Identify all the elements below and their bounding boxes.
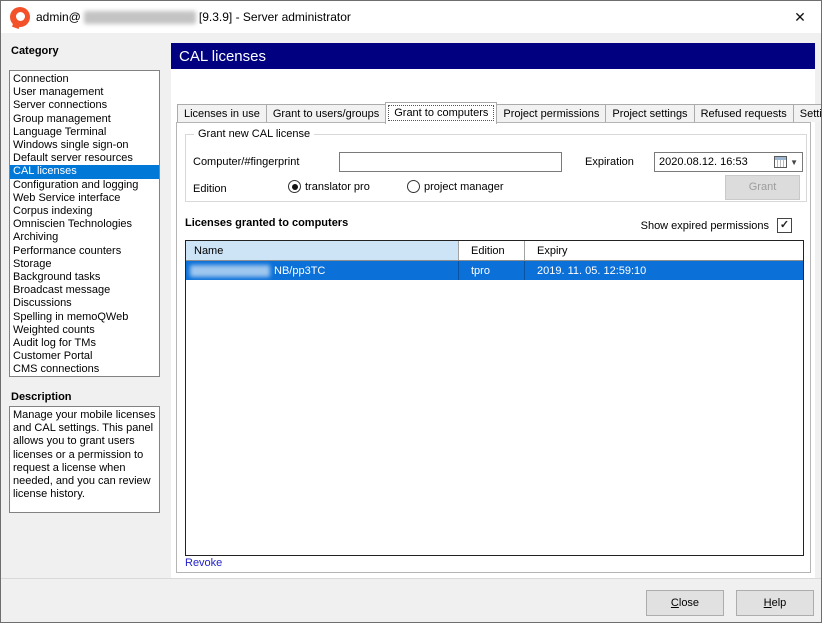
tab-refused-requests[interactable]: Refused requests: [694, 104, 794, 122]
cell-expiry: 2019. 11. 05. 12:59:10: [525, 261, 803, 280]
computer-fingerprint-input[interactable]: [339, 152, 562, 172]
window-title-user: admin@: [36, 10, 81, 24]
sidebar-item-archiving[interactable]: Archiving: [10, 231, 159, 244]
description-heading: Description: [11, 391, 72, 403]
sidebar-item-spelling-in-memoqweb[interactable]: Spelling in memoQWeb: [10, 311, 159, 324]
sidebar-item-storage[interactable]: Storage: [10, 258, 159, 271]
tab-strip: Licenses in useGrant to users/groupsGran…: [177, 102, 822, 124]
computer-fingerprint-label: Computer/#fingerprint: [193, 156, 299, 168]
sidebar-item-performance-counters[interactable]: Performance counters: [10, 245, 159, 258]
sidebar-item-group-management[interactable]: Group management: [10, 113, 159, 126]
revoke-link[interactable]: Revoke: [185, 557, 222, 569]
calendar-icon: [774, 156, 787, 168]
sidebar-item-cms-connections[interactable]: CMS connections: [10, 363, 159, 376]
column-header-name[interactable]: Name: [186, 241, 459, 260]
sidebar-item-corpus-indexing[interactable]: Corpus indexing: [10, 205, 159, 218]
grant-new-cal-license-groupbox: Grant new CAL license Computer/#fingerpr…: [185, 134, 807, 202]
sidebar-item-omniscien-technologies[interactable]: Omniscien Technologies: [10, 218, 159, 231]
description-box: Manage your mobile licenses and CAL sett…: [9, 406, 160, 513]
column-header-expiry[interactable]: Expiry: [525, 241, 803, 260]
sidebar-item-audit-log-for-tms[interactable]: Audit log for TMs: [10, 337, 159, 350]
sidebar-item-language-terminal[interactable]: Language Terminal: [10, 126, 159, 139]
page-title: CAL licenses: [171, 43, 815, 69]
show-expired-permissions-checkbox[interactable]: ✓: [777, 218, 792, 233]
redacted-computer-name: [190, 265, 270, 277]
tab-grant-to-users-groups[interactable]: Grant to users/groups: [266, 104, 386, 122]
sidebar-item-configuration-and-logging[interactable]: Configuration and logging: [10, 179, 159, 192]
cell-name: NB/pp3TC: [186, 261, 459, 280]
tab-project-permissions[interactable]: Project permissions: [496, 104, 606, 122]
sidebar-item-user-management[interactable]: User management: [10, 86, 159, 99]
tab-settings[interactable]: Settings: [793, 104, 822, 122]
title-bar: admin@ [9.3.9] - Server administrator ✕: [1, 1, 821, 33]
sidebar-item-weighted-counts[interactable]: Weighted counts: [10, 324, 159, 337]
cell-edition: tpro: [459, 261, 525, 280]
sidebar-item-broadcast-message[interactable]: Broadcast message: [10, 284, 159, 297]
sidebar-item-windows-single-sign-on[interactable]: Windows single sign-on: [10, 139, 159, 152]
table-header-row: NameEditionExpiry: [186, 241, 803, 261]
chevron-down-icon[interactable]: ▼: [790, 158, 798, 167]
groupbox-legend: Grant new CAL license: [194, 128, 314, 140]
server-administrator-window: admin@ [9.3.9] - Server administrator ✕ …: [0, 0, 822, 623]
radio-project-manager-label[interactable]: project manager: [424, 181, 504, 193]
sidebar-item-cal-licenses[interactable]: CAL licenses: [10, 165, 159, 178]
column-header-edition[interactable]: Edition: [459, 241, 525, 260]
radio-translator-pro-label[interactable]: translator pro: [305, 181, 370, 193]
sidebar-item-web-service-interface[interactable]: Web Service interface: [10, 192, 159, 205]
tab-project-settings[interactable]: Project settings: [605, 104, 694, 122]
licenses-granted-heading: Licenses granted to computers: [185, 217, 348, 229]
sidebar-item-default-server-resources[interactable]: Default server resources: [10, 152, 159, 165]
edition-label: Edition: [193, 183, 227, 195]
category-heading: Category: [11, 45, 59, 57]
sidebar-item-server-connections[interactable]: Server connections: [10, 99, 159, 112]
radio-project-manager[interactable]: [407, 180, 420, 193]
radio-translator-pro[interactable]: [288, 180, 301, 193]
licenses-table: NameEditionExpiry NB/pp3TC tpro2019. 11. …: [185, 240, 804, 556]
sidebar-item-connection[interactable]: Connection: [10, 73, 159, 86]
sidebar-item-background-tasks[interactable]: Background tasks: [10, 271, 159, 284]
close-button[interactable]: Close: [646, 590, 724, 616]
table-row[interactable]: NB/pp3TC tpro2019. 11. 05. 12:59:10: [186, 261, 803, 280]
sidebar-item-customer-portal[interactable]: Customer Portal: [10, 350, 159, 363]
memoq-logo-icon: [10, 7, 30, 27]
window-title: admin@ [9.3.9] - Server administrator: [36, 10, 351, 24]
show-expired-permissions-label[interactable]: Show expired permissions: [641, 220, 769, 232]
close-icon[interactable]: ✕: [789, 7, 811, 27]
tab-grant-to-computers[interactable]: Grant to computers: [385, 102, 497, 124]
expiration-datepicker[interactable]: 2020.08.12. 16:53 ▼: [654, 152, 803, 172]
cell-name-text: NB/pp3TC: [274, 265, 325, 277]
footer-divider: [1, 578, 822, 579]
sidebar-item-discussions[interactable]: Discussions: [10, 297, 159, 310]
expiration-label: Expiration: [585, 156, 634, 168]
help-button[interactable]: Help: [736, 590, 814, 616]
redacted-server-name: [84, 11, 196, 24]
window-title-version: [9.3.9] - Server administrator: [199, 10, 351, 24]
category-list: ConnectionUser managementServer connecti…: [9, 70, 160, 377]
expiration-value: 2020.08.12. 16:53: [655, 156, 774, 168]
grant-button[interactable]: Grant: [725, 175, 800, 200]
tab-licenses-in-use[interactable]: Licenses in use: [177, 104, 267, 122]
